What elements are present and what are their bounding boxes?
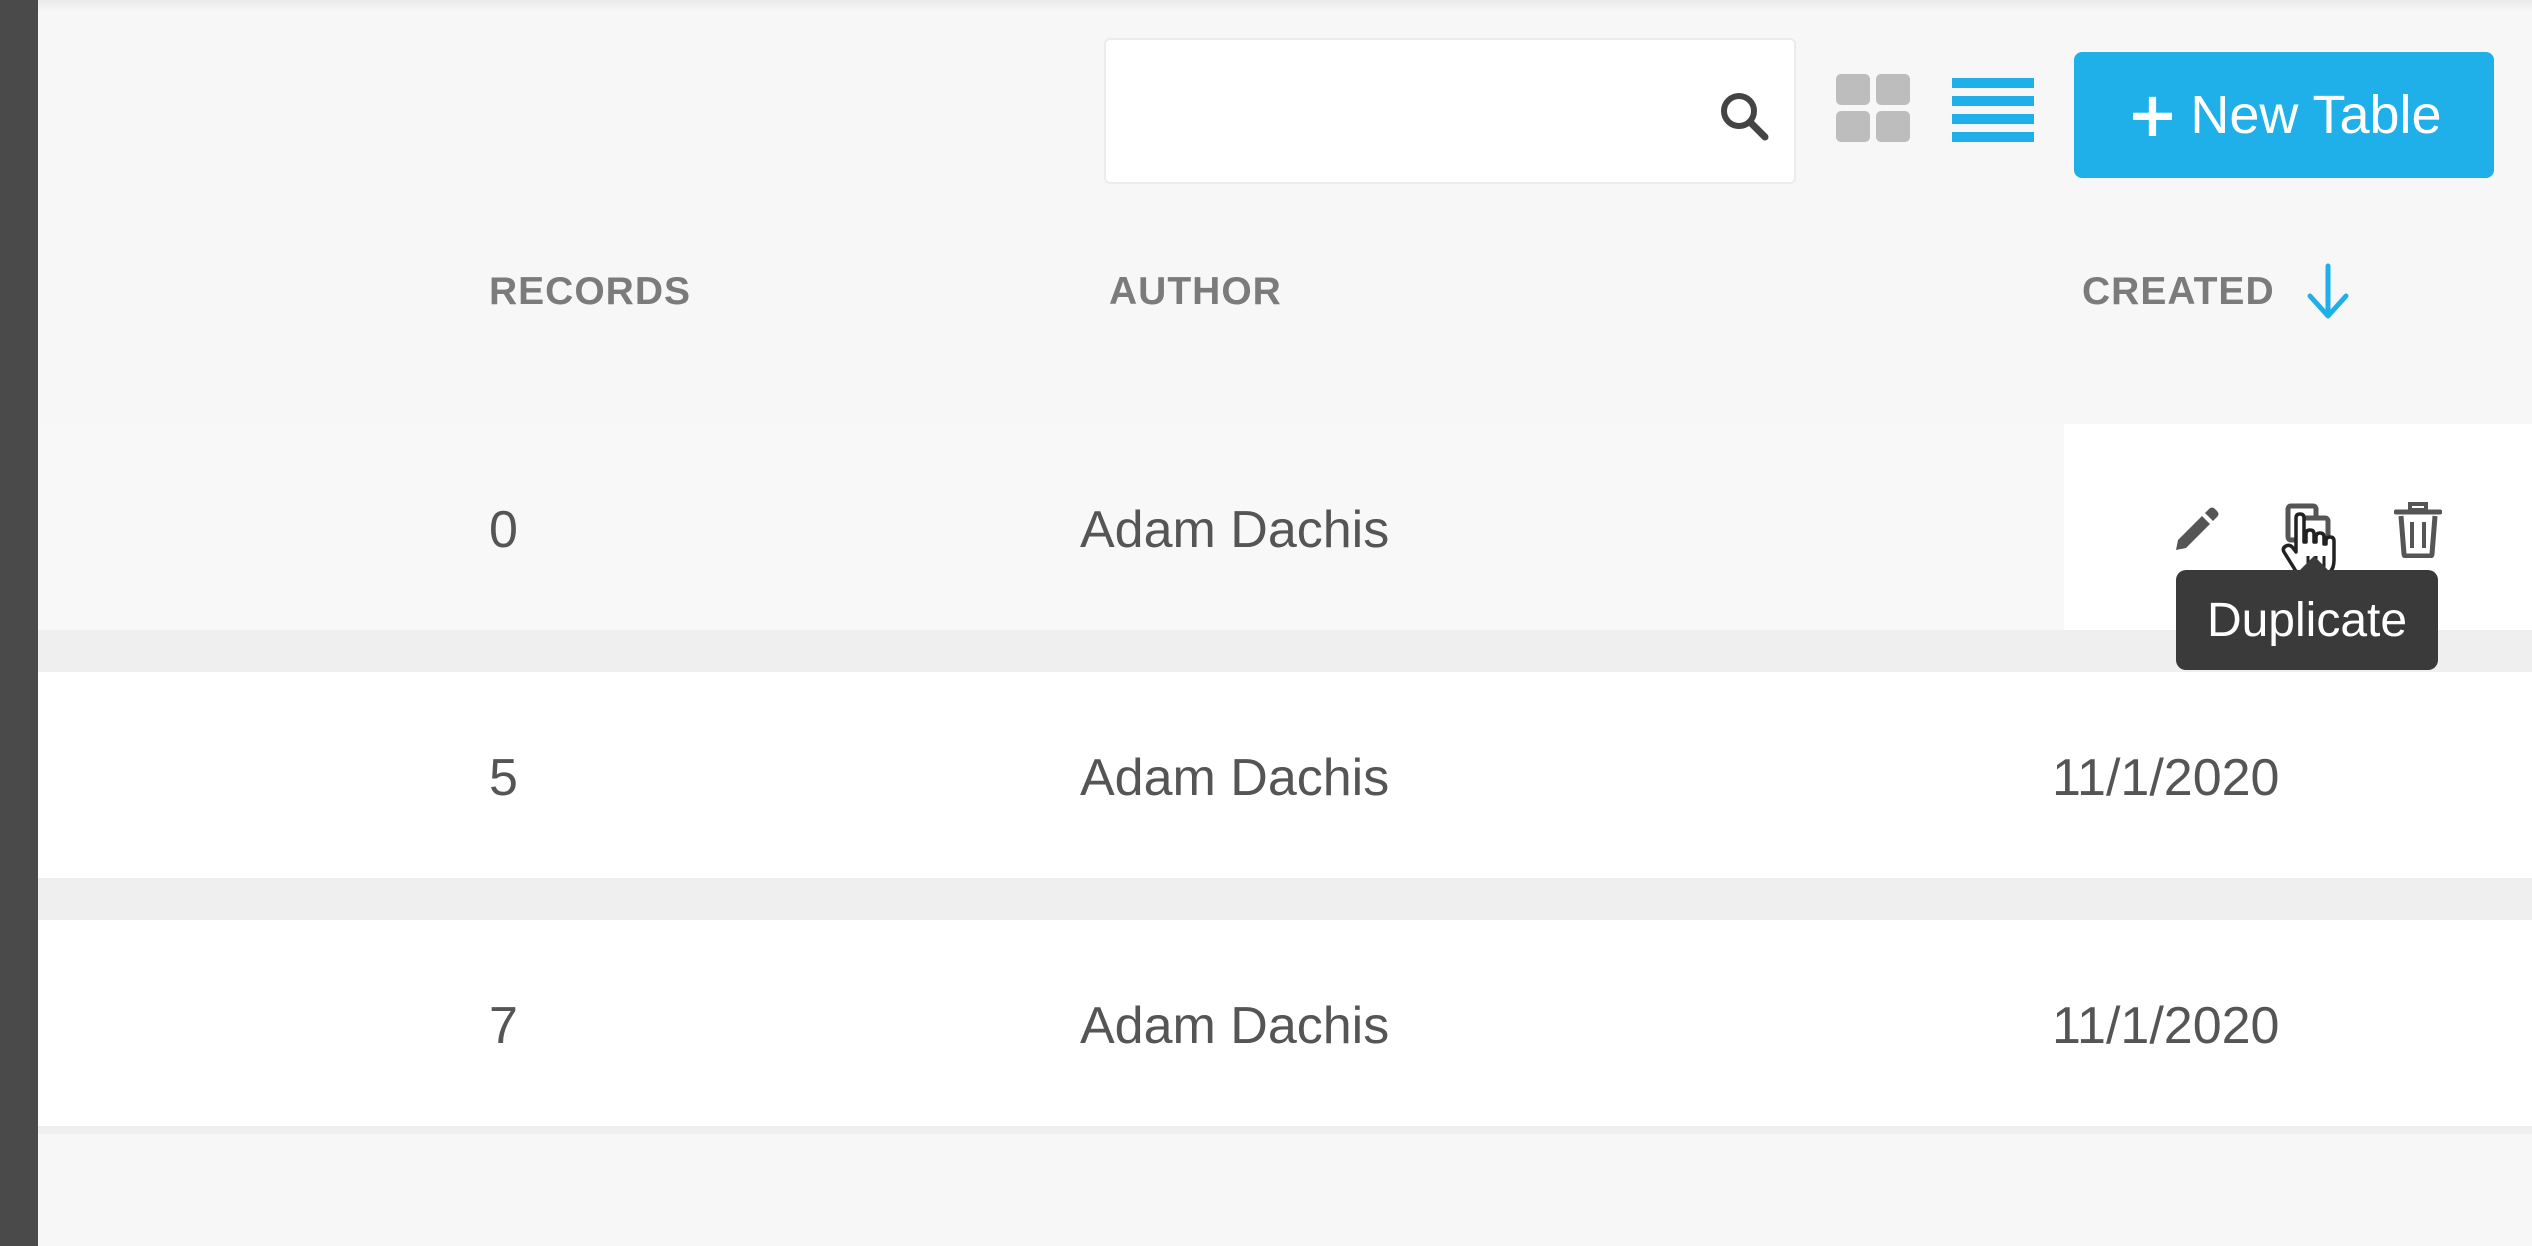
table-row[interactable]: 5 Adam Dachis 11/1/2020: [38, 672, 2532, 878]
list-view-icon[interactable]: [1952, 78, 2034, 142]
created-cell: 11/1/2020: [2052, 749, 2280, 807]
tooltip-arrow: [2300, 556, 2328, 570]
table-row[interactable]: 7 Adam Dachis 11/1/2020: [38, 920, 2532, 1126]
records-cell: 0: [489, 501, 518, 559]
records-cell: 5: [489, 749, 518, 807]
delete-icon[interactable]: [2394, 502, 2442, 558]
author-cell: Adam Dachis: [1080, 749, 1390, 807]
row-divider: [38, 1126, 2532, 1134]
row-divider: [38, 630, 2532, 672]
created-cell: 11/1/2020: [2052, 997, 2280, 1055]
new-table-label: New Table: [2190, 85, 2442, 145]
app-window: + New Table RECORDS AUTHOR CREATED 0 Ada…: [0, 0, 2532, 1246]
author-cell: Adam Dachis: [1080, 997, 1390, 1055]
column-header-created[interactable]: CREATED: [2082, 270, 2275, 314]
grid-view-icon[interactable]: [1836, 74, 1912, 144]
records-cell: 7: [489, 997, 518, 1055]
search-input[interactable]: [1126, 70, 1690, 152]
edit-icon[interactable]: [2170, 504, 2222, 556]
duplicate-tooltip: Duplicate: [2176, 570, 2438, 670]
plus-icon: +: [2126, 78, 2179, 151]
search-icon[interactable]: [1716, 88, 1772, 144]
left-edge-bar: [0, 0, 38, 1246]
author-cell: Adam Dachis: [1080, 501, 1390, 559]
row-divider: [38, 878, 2532, 920]
top-divider: [38, 0, 2532, 12]
column-header-records[interactable]: RECORDS: [489, 270, 691, 314]
sort-descending-arrow-icon[interactable]: [2302, 262, 2354, 322]
new-table-button[interactable]: + New Table: [2074, 52, 2494, 178]
search-box[interactable]: [1104, 38, 1796, 184]
column-header-author[interactable]: AUTHOR: [1109, 270, 1282, 314]
